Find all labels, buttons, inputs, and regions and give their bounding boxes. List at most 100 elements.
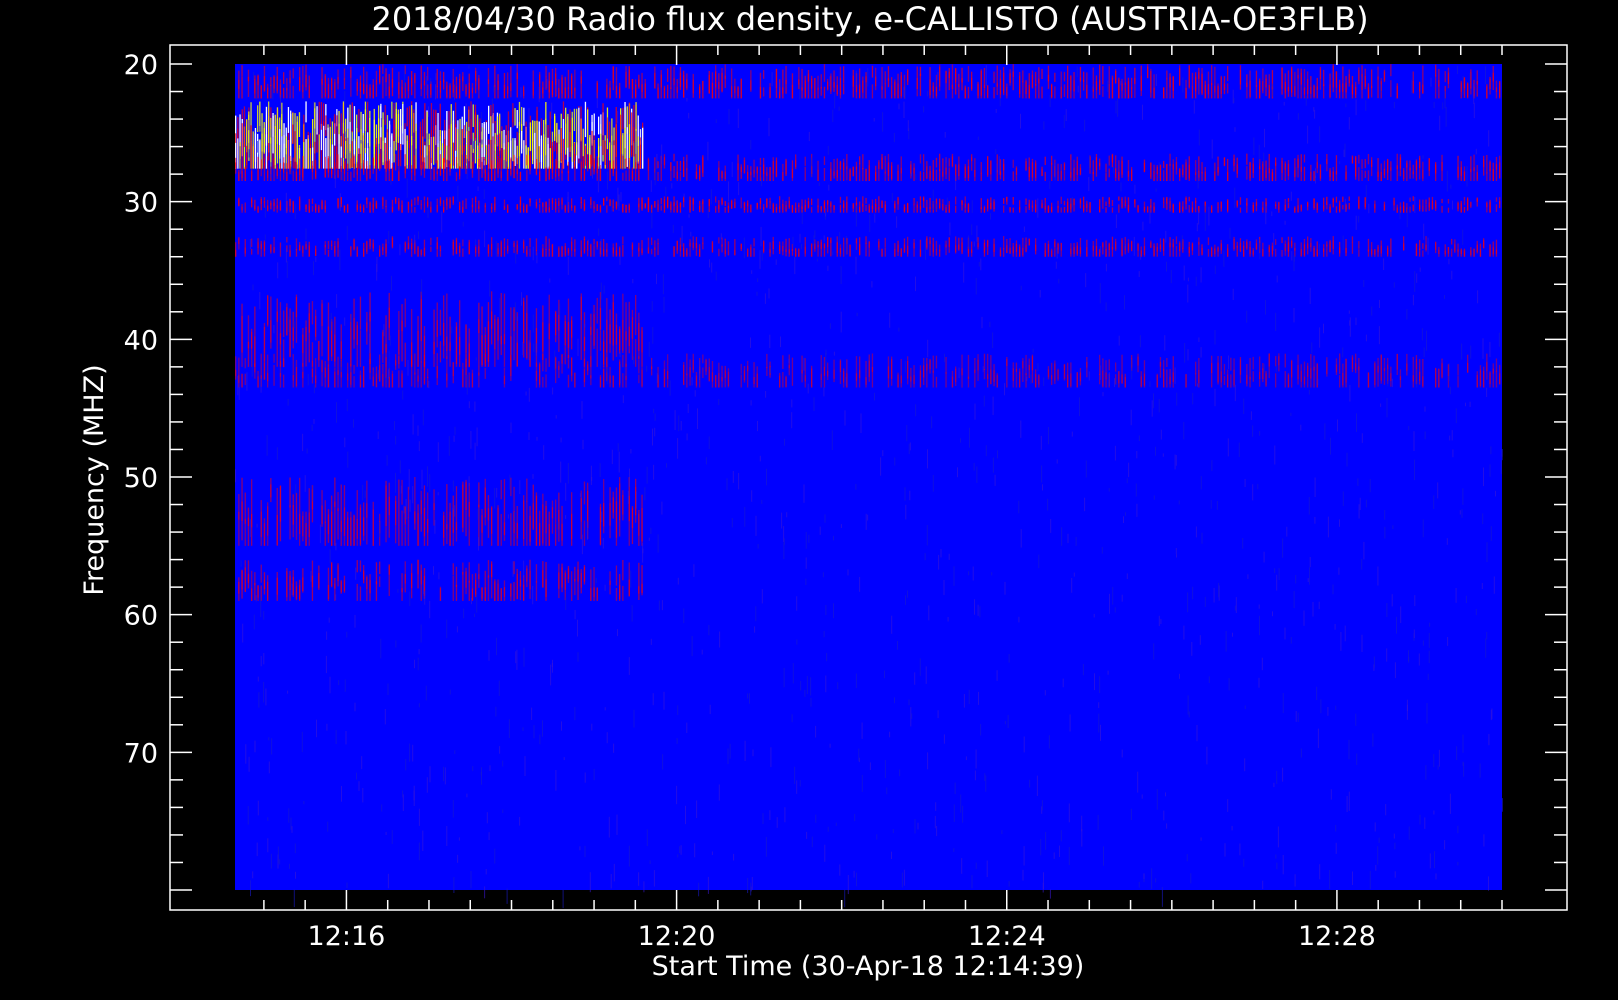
spectrogram-line [1172, 372, 1174, 388]
noise-speck [354, 614, 356, 628]
noise-speck [556, 153, 558, 161]
spectrogram-line [804, 358, 806, 382]
spectrogram-line [843, 83, 845, 95]
spectrogram-line [1179, 243, 1181, 251]
spectrogram-line [948, 68, 950, 78]
spectrogram-line [823, 168, 826, 181]
spectrogram-line [336, 146, 338, 169]
spectrogram-line [593, 206, 595, 213]
spectrogram-line [615, 201, 618, 209]
spectrogram-line [670, 203, 672, 213]
noise-speck [677, 577, 679, 585]
noise-speck [1076, 66, 1078, 78]
spectrogram-line [1102, 66, 1104, 85]
noise-speck [1056, 459, 1058, 464]
spectrogram-line [1435, 201, 1437, 211]
spectrogram-line [1377, 171, 1379, 181]
noise-speck [595, 578, 597, 584]
spectrogram-line [439, 250, 442, 257]
noise-speck [1183, 265, 1185, 281]
spectrogram-line [798, 67, 800, 85]
spectrogram-line [836, 242, 838, 257]
spectrogram-line [359, 296, 362, 330]
noise-speck [685, 805, 686, 825]
spectrogram-line [331, 244, 333, 250]
spectrogram-line [923, 171, 925, 181]
spectrogram-line [935, 169, 938, 182]
noise-speck [422, 409, 424, 426]
noise-speck [488, 832, 490, 841]
spectrogram-line [1271, 242, 1274, 257]
spectrogram-line [337, 241, 339, 257]
noise-speck [443, 766, 444, 782]
spectrogram-line [475, 196, 477, 202]
spectrogram-line [1246, 198, 1248, 206]
noise-speck [867, 68, 869, 87]
noise-speck [1264, 128, 1265, 148]
spectrogram-line [1089, 202, 1091, 213]
spectrogram-line [766, 367, 768, 376]
noise-speck [1314, 477, 1316, 497]
spectrogram-line [663, 199, 666, 213]
noise-speck [1093, 613, 1095, 618]
noise-speck [1130, 409, 1132, 426]
spectrogram-line [516, 244, 518, 253]
spectrogram-line [558, 168, 560, 177]
noise-speck [357, 586, 359, 601]
spectrogram-line [622, 236, 624, 245]
spectrogram-line [478, 246, 480, 257]
spectrogram-line [679, 171, 682, 181]
spectrogram-line [1307, 243, 1309, 255]
spectrogram-line [286, 571, 288, 601]
spectrogram-line [622, 245, 624, 257]
noise-speck [453, 877, 455, 893]
spectrogram-line [254, 336, 256, 367]
noise-speck [719, 631, 721, 648]
spectrogram-line [1185, 374, 1187, 388]
noise-speck [1348, 117, 1350, 130]
spectrogram-line [327, 249, 330, 257]
spectrogram-line [1214, 244, 1216, 257]
noise-speck [1198, 129, 1200, 146]
spectrogram-line [1143, 162, 1146, 173]
spectrogram-line [1332, 198, 1334, 208]
spectrogram-line [435, 112, 437, 164]
spectrogram-line [1134, 199, 1136, 204]
noise-speck [867, 514, 869, 521]
spectrogram-line [452, 239, 454, 256]
spectrogram-line [1323, 205, 1325, 212]
noise-speck [635, 491, 637, 509]
spectrogram-line [499, 133, 501, 155]
spectrogram-line [340, 157, 342, 172]
noise-speck [1391, 378, 1393, 388]
spectrogram-line [1435, 367, 1437, 388]
spectrogram-line [299, 158, 301, 176]
spectrogram-line [551, 500, 554, 519]
spectrogram-line [961, 200, 963, 211]
spectrogram-line [1415, 244, 1418, 257]
noise-speck [289, 863, 290, 869]
spectrogram-line [279, 170, 282, 181]
noise-speck [448, 436, 450, 456]
spectrogram-line [1051, 375, 1053, 385]
spectrogram-line [359, 586, 362, 601]
spectrogram-line [801, 68, 803, 91]
spectrogram-line [1249, 162, 1251, 179]
noise-speck [874, 213, 876, 223]
spectrogram-line [507, 169, 509, 182]
spectrogram-line [1323, 84, 1325, 99]
spectrogram-line [1111, 207, 1114, 213]
spectrogram-line [1214, 162, 1216, 181]
spectrogram-line [478, 165, 480, 181]
spectrogram-line [1156, 243, 1158, 252]
spectrogram-line [471, 369, 474, 388]
spectrogram-line [657, 238, 659, 244]
spectrogram-line [452, 110, 455, 143]
spectrogram-line [1294, 206, 1296, 213]
spectrogram-line [241, 501, 243, 541]
spectrogram-line [545, 201, 547, 212]
spectrogram-line [513, 243, 515, 253]
spectrogram-line [529, 198, 531, 203]
spectrogram-line [1124, 196, 1126, 209]
spectrogram-line [897, 164, 899, 181]
